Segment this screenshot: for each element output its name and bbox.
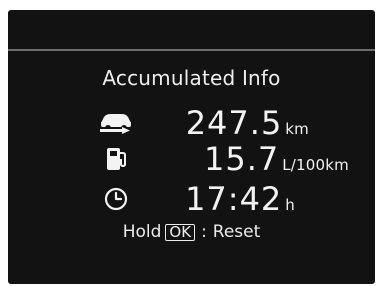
hold-label: Hold [122,222,162,242]
accumulated-info-title: Accumulated Info [102,66,281,90]
fuel-value: 15.7 [204,140,280,178]
fuel-row: 15.7 L/100km [8,142,375,176]
reset-label: Reset [212,222,261,242]
distance-value: 247.5 [185,104,283,142]
ok-button-label: OK [165,223,196,241]
distance-unit: km [285,120,309,138]
reset-instruction: Hold OK : Reset [8,222,375,242]
time-row: 17:42 h [8,182,375,216]
distance-value-group: 247.5 km [186,106,309,140]
top-divider [8,49,375,51]
time-unit: h [285,196,295,214]
fuel-unit: L/100km [282,156,349,174]
clock-icon [98,184,134,214]
reset-separator: : [201,222,207,242]
fuel-pump-icon [98,144,134,174]
time-value: 17:42 [185,180,283,218]
fuel-value-group: 15.7 L/100km [204,142,349,176]
trip-info-display: Accumulated Info 247.5 km 15.7 L/100km 1… [8,10,375,284]
time-value-group: 17:42 h [185,182,295,216]
car-route-icon [98,108,134,138]
distance-row: 247.5 km [8,106,375,140]
